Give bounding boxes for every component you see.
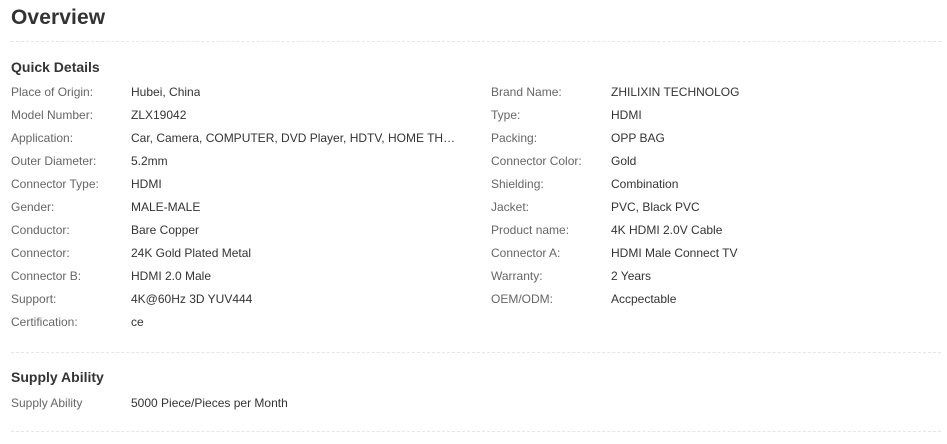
overview-title: Overview [11,6,106,29]
detail-value: ZLX19042 [131,108,187,122]
detail-label: Jacket: [491,200,530,214]
product-overview-panel: Overview Quick Details Place of Origin: … [0,0,947,444]
detail-row: Product name: 4K HDMI 2.0V Cable [491,222,947,245]
detail-row: Certification: ce [11,314,471,337]
detail-label: Connector Color: [491,154,582,168]
supply-ability-row: Supply Ability 5000 Piece/Pieces per Mon… [11,395,471,415]
detail-value: Accpectable [611,292,677,306]
detail-label: Conductor: [11,223,70,237]
detail-value: 24K Gold Plated Metal [131,246,252,260]
detail-row: Packing: OPP BAG [491,130,947,153]
detail-label: Connector B: [11,269,82,283]
detail-value: Car, Camera, COMPUTER, DVD Player, HDTV,… [131,131,461,145]
detail-value: 5.2mm [131,154,168,168]
supply-ability-label: Supply Ability [11,396,83,410]
divider [11,41,941,42]
detail-value: HDMI Male Connect TV [611,246,738,260]
detail-value: HDMI 2.0 Male [131,269,212,283]
detail-value: 4K@60Hz 3D YUV444 [131,292,253,306]
detail-label: Certification: [11,315,78,329]
detail-value: 2 Years [611,269,652,283]
detail-row: Connector Type: HDMI [11,176,471,199]
detail-row: OEM/ODM: Accpectable [491,291,947,314]
detail-label: Packing: [491,131,538,145]
detail-row: Model Number: ZLX19042 [11,107,471,130]
detail-value: ce [131,315,144,329]
detail-label: Connector A: [491,246,561,260]
detail-row: Connector: 24K Gold Plated Metal [11,245,471,268]
detail-row: Conductor: Bare Copper [11,222,471,245]
detail-value: 4K HDMI 2.0V Cable [611,223,723,237]
detail-label: Outer Diameter: [11,154,97,168]
divider [11,352,941,353]
quick-details-right-column: Brand Name: ZHILIXIN TECHNOLOG Type: HDM… [491,84,947,314]
detail-label: Brand Name: [491,85,562,99]
detail-value: HDMI [131,177,162,191]
detail-value: Combination [611,177,679,191]
detail-label: Application: [11,131,74,145]
detail-label: Warranty: [491,269,543,283]
detail-row: Connector Color: Gold [491,153,947,176]
detail-label: Support: [11,292,57,306]
detail-label: Type: [491,108,521,122]
supply-ability-title: Supply Ability [11,369,104,385]
detail-value: PVC, Black PVC [611,200,700,214]
detail-label: Gender: [11,200,55,214]
detail-row: Gender: MALE-MALE [11,199,471,222]
detail-label: Shielding: [491,177,544,191]
quick-details-left-column: Place of Origin: Hubei, China Model Numb… [11,84,471,337]
detail-row: Connector A: HDMI Male Connect TV [491,245,947,268]
detail-value: OPP BAG [611,131,665,145]
detail-value: HDMI [611,108,642,122]
detail-row: Connector B: HDMI 2.0 Male [11,268,471,291]
detail-row: Shielding: Combination [491,176,947,199]
detail-label: Connector: [11,246,70,260]
detail-row: Jacket: PVC, Black PVC [491,199,947,222]
detail-row: Outer Diameter: 5.2mm [11,153,471,176]
detail-row: Place of Origin: Hubei, China [11,84,471,107]
detail-row: Brand Name: ZHILIXIN TECHNOLOG [491,84,947,107]
detail-label: Connector Type: [11,177,99,191]
supply-ability-value: 5000 Piece/Pieces per Month [131,396,288,410]
detail-value: Hubei, China [131,85,201,99]
detail-label: Place of Origin: [11,85,94,99]
detail-row: Warranty: 2 Years [491,268,947,291]
detail-row: Application: Car, Camera, COMPUTER, DVD … [11,130,471,153]
detail-row: Type: HDMI [491,107,947,130]
detail-value: MALE-MALE [131,200,201,214]
detail-label: OEM/ODM: [491,292,553,306]
detail-value: Gold [611,154,637,168]
detail-value: ZHILIXIN TECHNOLOG [611,85,740,99]
detail-value: Bare Copper [131,223,200,237]
quick-details-title: Quick Details [11,59,100,75]
detail-label: Product name: [491,223,570,237]
divider [11,431,941,432]
detail-row: Support: 4K@60Hz 3D YUV444 [11,291,471,314]
detail-label: Model Number: [11,108,94,122]
